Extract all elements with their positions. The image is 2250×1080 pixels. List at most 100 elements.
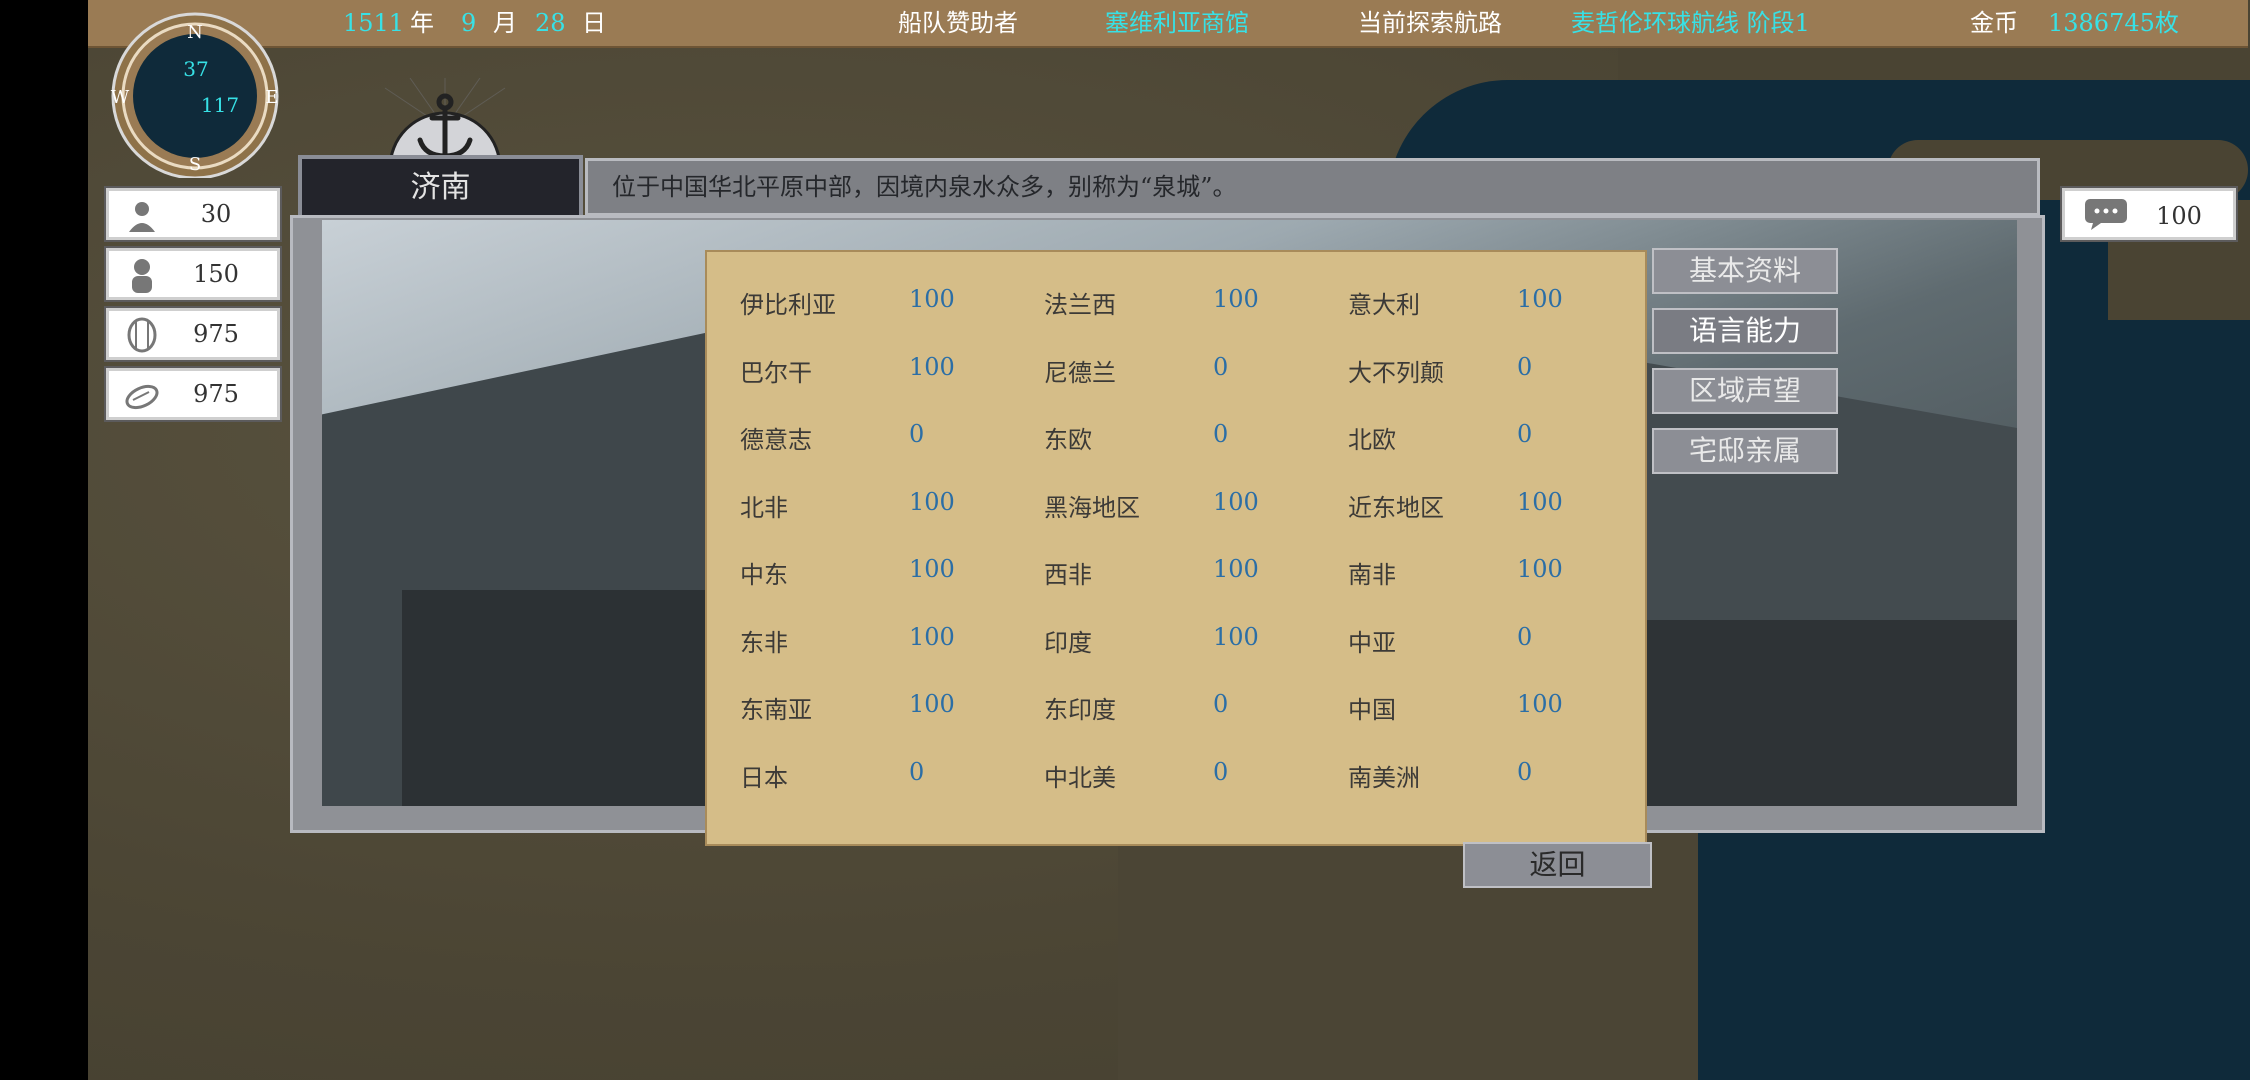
language-value: 0 bbox=[1213, 352, 1229, 381]
language-name: 巴尔干 bbox=[740, 358, 812, 387]
compass-latitude: 37 bbox=[183, 57, 208, 81]
language-name: 中东 bbox=[740, 561, 788, 589]
language-name: 北欧 bbox=[1348, 426, 1396, 454]
language-name: 伊比利亚 bbox=[740, 291, 836, 319]
tab-language-ability[interactable]: 语言能力 bbox=[1652, 308, 1838, 354]
date-year-unit: 年 bbox=[410, 9, 434, 37]
language-value: 100 bbox=[1517, 690, 1563, 718]
language-value: 100 bbox=[909, 622, 955, 651]
language-value: 100 bbox=[909, 285, 955, 313]
language-value: 0 bbox=[1517, 622, 1533, 651]
gold-label: 金币 bbox=[1970, 9, 2018, 37]
tab-regional-reputation[interactable]: 区域声望 bbox=[1652, 368, 1838, 414]
language-value: 100 bbox=[1517, 555, 1563, 583]
language-name: 东欧 bbox=[1044, 426, 1092, 454]
date-month: 9 bbox=[461, 9, 477, 37]
compass[interactable]: N S E W 37 117 bbox=[100, 8, 290, 180]
barrel-icon bbox=[127, 317, 157, 353]
sponsor-value: 塞维利亚商馆 bbox=[1105, 9, 1249, 37]
chat-icon bbox=[2085, 199, 2127, 230]
compass-e: E bbox=[265, 87, 278, 108]
gold-value: 1386745枚 bbox=[2048, 9, 2179, 37]
tab-residence-family[interactable]: 宅邸亲属 bbox=[1652, 428, 1838, 474]
language-value: 100 bbox=[1213, 555, 1259, 583]
language-value: 0 bbox=[909, 757, 925, 786]
stat-sailors: 30 bbox=[104, 186, 282, 242]
route-value: 麦哲伦环球航线 阶段1 bbox=[1571, 9, 1810, 37]
stat-sailors-value: 30 bbox=[200, 200, 232, 228]
language-name: 中亚 bbox=[1348, 628, 1396, 657]
language-name: 德意志 bbox=[740, 426, 812, 454]
message-count: 100 bbox=[2156, 202, 2202, 230]
city-description: 位于中国华北平原中部，因境内泉水众多，别称为“泉城”。 bbox=[585, 158, 2040, 216]
language-value: 100 bbox=[1517, 487, 1563, 516]
language-value: 100 bbox=[1213, 285, 1259, 313]
language-name: 尼德兰 bbox=[1044, 358, 1116, 387]
language-value: 100 bbox=[909, 352, 955, 381]
sailor-icon bbox=[129, 202, 155, 232]
language-row: 东南亚 100 东印度 0 中国 100 bbox=[707, 690, 1645, 730]
language-name: 大不列颠 bbox=[1348, 358, 1444, 387]
route-label: 当前探索航路 bbox=[1358, 9, 1502, 37]
language-ability-panel: 伊比利亚 100 法兰西 100 意大利 100 巴尔干 100 尼德兰 0 大不列颠 0 德意志 0 东欧… bbox=[705, 250, 1647, 846]
language-name: 南非 bbox=[1348, 561, 1396, 589]
date-month-unit: 月 bbox=[493, 9, 517, 37]
language-value: 100 bbox=[1213, 622, 1259, 651]
food-icon bbox=[125, 384, 159, 410]
language-name: 近东地区 bbox=[1348, 493, 1444, 522]
stat-crew-value: 150 bbox=[193, 260, 239, 288]
language-value: 100 bbox=[909, 555, 955, 583]
language-value: 0 bbox=[1517, 420, 1533, 448]
message-counter[interactable]: 100 bbox=[2060, 186, 2238, 242]
compass-s: S bbox=[189, 154, 201, 175]
crew-icon bbox=[132, 259, 152, 293]
language-name: 东印度 bbox=[1044, 696, 1116, 724]
language-name: 中国 bbox=[1348, 696, 1396, 724]
language-value: 0 bbox=[909, 420, 925, 448]
language-value: 0 bbox=[1517, 757, 1533, 786]
language-value: 0 bbox=[1517, 352, 1533, 381]
language-value: 100 bbox=[1517, 285, 1563, 313]
date-year: 1511 bbox=[343, 9, 405, 37]
language-name: 北非 bbox=[740, 493, 788, 522]
compass-n: N bbox=[187, 22, 203, 43]
language-name: 西非 bbox=[1044, 561, 1092, 589]
language-row: 北非 100 黑海地区 100 近东地区 100 bbox=[707, 488, 1645, 528]
language-value: 0 bbox=[1213, 690, 1229, 718]
stat-water-value: 975 bbox=[193, 320, 239, 348]
language-row: 日本 0 中北美 0 南美洲 0 bbox=[707, 758, 1645, 798]
language-value: 0 bbox=[1213, 757, 1229, 786]
map-sea bbox=[1608, 830, 2250, 1080]
compass-icon: N S E W 37 117 bbox=[111, 12, 279, 180]
stat-water: 975 bbox=[104, 306, 282, 362]
language-row: 东非 100 印度 100 中亚 0 bbox=[707, 623, 1645, 663]
language-name: 东南亚 bbox=[740, 696, 812, 724]
language-name: 中北美 bbox=[1044, 763, 1116, 792]
language-row: 德意志 0 东欧 0 北欧 0 bbox=[707, 420, 1645, 460]
sponsor-label: 船队赞助者 bbox=[898, 9, 1018, 37]
language-name: 黑海地区 bbox=[1044, 493, 1140, 522]
top-status-bar: 1511 年 9 月 28 日 船队赞助者 塞维利亚商馆 当前探索航路 麦哲伦环… bbox=[88, 0, 2248, 48]
language-row: 中东 100 西非 100 南非 100 bbox=[707, 555, 1645, 595]
language-row: 伊比利亚 100 法兰西 100 意大利 100 bbox=[707, 285, 1645, 325]
language-value: 100 bbox=[909, 690, 955, 718]
language-value: 100 bbox=[909, 487, 955, 516]
language-name: 南美洲 bbox=[1348, 763, 1420, 792]
language-name: 日本 bbox=[740, 763, 788, 792]
compass-w: W bbox=[111, 87, 130, 108]
back-button[interactable]: 返回 bbox=[1463, 842, 1652, 888]
language-name: 法兰西 bbox=[1044, 291, 1116, 319]
language-name: 印度 bbox=[1044, 628, 1092, 657]
language-value: 0 bbox=[1213, 420, 1229, 448]
language-name: 东非 bbox=[740, 628, 788, 657]
language-value: 100 bbox=[1213, 487, 1259, 516]
stat-crew: 150 bbox=[104, 246, 282, 302]
language-row: 巴尔干 100 尼德兰 0 大不列颠 0 bbox=[707, 353, 1645, 393]
compass-longitude: 117 bbox=[201, 93, 239, 117]
date-day-unit: 日 bbox=[582, 9, 606, 37]
stat-food: 975 bbox=[104, 366, 282, 422]
date-day: 28 bbox=[535, 9, 566, 37]
tab-basic-info[interactable]: 基本资料 bbox=[1652, 248, 1838, 294]
stat-food-value: 975 bbox=[193, 380, 239, 408]
city-name: 济南 bbox=[298, 155, 583, 221]
